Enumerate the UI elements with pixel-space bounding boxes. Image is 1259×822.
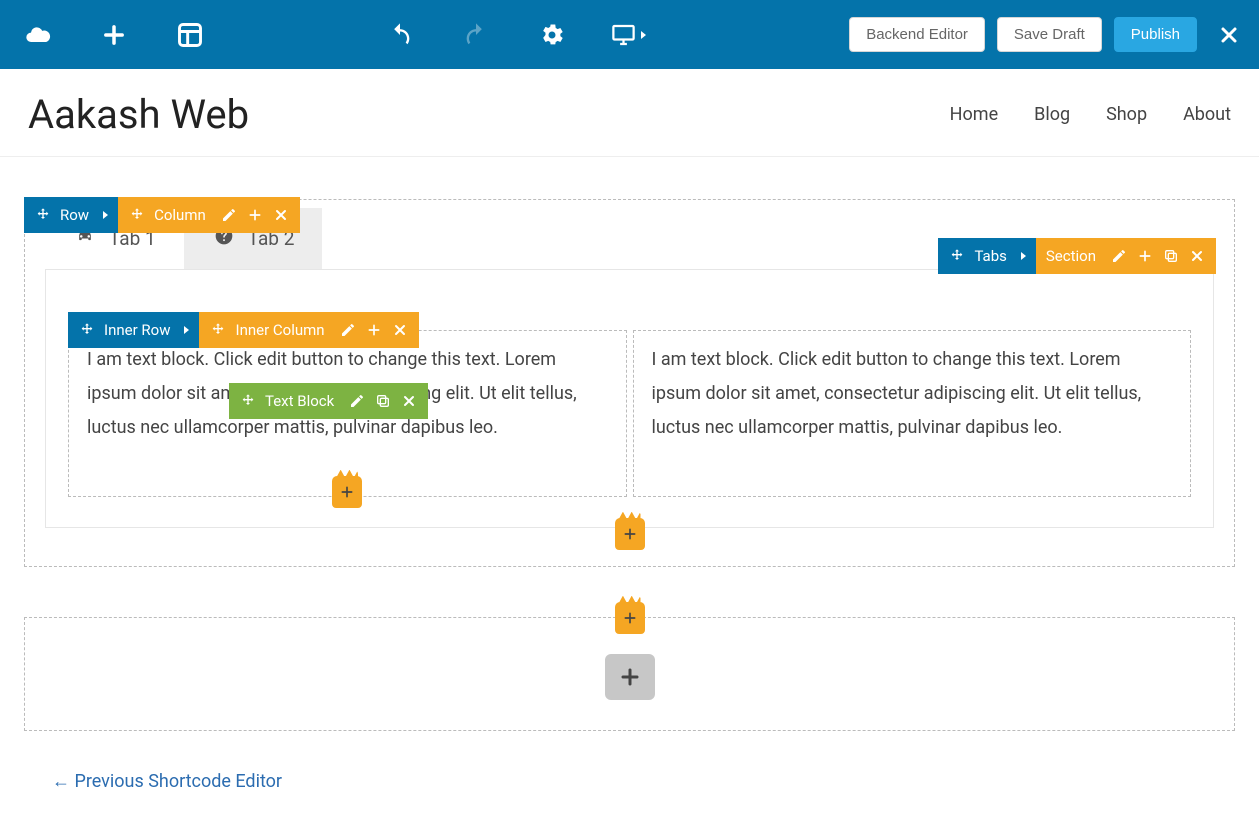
move-icon[interactable] bbox=[239, 392, 257, 410]
copy-icon[interactable] bbox=[374, 392, 392, 410]
close-editor-icon[interactable] bbox=[1217, 23, 1241, 47]
move-icon[interactable] bbox=[78, 321, 96, 339]
add-element-icon[interactable] bbox=[96, 17, 132, 53]
text-block-controls: Text Block bbox=[229, 383, 428, 419]
row-label: Row bbox=[60, 206, 89, 224]
plus-icon[interactable] bbox=[246, 206, 264, 224]
text-block-content[interactable]: I am text block. Click edit button to ch… bbox=[652, 343, 1173, 446]
add-row-button[interactable] bbox=[605, 654, 655, 700]
save-draft-button[interactable]: Save Draft bbox=[997, 17, 1102, 52]
site-header: Aakash Web Home Blog Shop About bbox=[0, 69, 1259, 157]
move-icon[interactable] bbox=[128, 206, 146, 224]
text-block-handle[interactable]: Text Block bbox=[229, 383, 428, 419]
layout-templates-icon[interactable] bbox=[172, 17, 208, 53]
close-icon[interactable] bbox=[1188, 247, 1206, 265]
editor-top-toolbar: Backend Editor Save Draft Publish bbox=[0, 0, 1259, 69]
inner-column-label: Inner Column bbox=[235, 321, 324, 339]
section-label: Section bbox=[1046, 247, 1096, 265]
inner-column-1[interactable]: Text Block I am text block. Click edit b… bbox=[68, 330, 627, 497]
previous-link[interactable]: ← Previous Shortcode Editor bbox=[52, 771, 282, 792]
add-element-button[interactable] bbox=[615, 518, 645, 550]
copy-icon[interactable] bbox=[1162, 247, 1180, 265]
inner-column-2[interactable]: I am text block. Click edit button to ch… bbox=[633, 330, 1192, 497]
inner-row-controls: Inner Row Inner Column bbox=[68, 312, 419, 348]
close-icon[interactable] bbox=[391, 321, 409, 339]
nav-home[interactable]: Home bbox=[950, 104, 998, 125]
plus-icon[interactable] bbox=[365, 321, 383, 339]
nav-blog[interactable]: Blog bbox=[1034, 104, 1070, 125]
edit-icon[interactable] bbox=[220, 206, 238, 224]
inner-column-handle[interactable]: Inner Column bbox=[199, 312, 418, 348]
add-element-button[interactable] bbox=[332, 476, 362, 508]
inner-row-label: Inner Row bbox=[104, 321, 170, 339]
row-container: Tabs Section Tab 1 bbox=[24, 199, 1235, 567]
text-block-label: Text Block bbox=[265, 392, 334, 410]
logo-icon[interactable] bbox=[20, 17, 56, 53]
section-handle[interactable]: Section bbox=[1036, 238, 1216, 274]
row-handle[interactable]: Row bbox=[24, 197, 118, 233]
chevron-right-icon[interactable] bbox=[103, 211, 108, 219]
tabs-label: Tabs bbox=[974, 247, 1006, 265]
plus-icon[interactable] bbox=[1136, 247, 1154, 265]
tabs-handle[interactable]: Tabs bbox=[938, 238, 1035, 274]
inner-row-handle[interactable]: Inner Row bbox=[68, 312, 199, 348]
tabs-controls: Tabs Section bbox=[938, 238, 1216, 274]
chevron-right-icon[interactable] bbox=[184, 326, 189, 334]
close-icon[interactable] bbox=[400, 392, 418, 410]
backend-editor-button[interactable]: Backend Editor bbox=[849, 17, 985, 52]
nav-about[interactable]: About bbox=[1183, 104, 1231, 125]
publish-button[interactable]: Publish bbox=[1114, 17, 1197, 52]
redo-icon[interactable] bbox=[458, 17, 494, 53]
editor-canvas: Row Column Tabs bbox=[0, 157, 1259, 822]
add-element-button[interactable] bbox=[615, 602, 645, 634]
column-handle[interactable]: Column bbox=[118, 197, 300, 233]
site-title: Aakash Web bbox=[28, 91, 249, 138]
move-icon[interactable] bbox=[209, 321, 227, 339]
site-nav: Home Blog Shop About bbox=[950, 104, 1231, 125]
edit-icon[interactable] bbox=[1110, 247, 1128, 265]
settings-gear-icon[interactable] bbox=[534, 17, 570, 53]
column-label: Column bbox=[154, 206, 206, 224]
chevron-right-icon[interactable] bbox=[1021, 252, 1026, 260]
nav-shop[interactable]: Shop bbox=[1106, 104, 1147, 125]
move-icon[interactable] bbox=[34, 206, 52, 224]
tab-panel: Inner Row Inner Column bbox=[45, 269, 1214, 528]
empty-row-container bbox=[24, 617, 1235, 731]
edit-icon[interactable] bbox=[339, 321, 357, 339]
undo-icon[interactable] bbox=[382, 17, 418, 53]
edit-icon[interactable] bbox=[348, 392, 366, 410]
responsive-preview-icon[interactable] bbox=[610, 17, 646, 53]
move-icon[interactable] bbox=[948, 247, 966, 265]
close-icon[interactable] bbox=[272, 206, 290, 224]
row-controls: Row Column bbox=[24, 197, 300, 233]
